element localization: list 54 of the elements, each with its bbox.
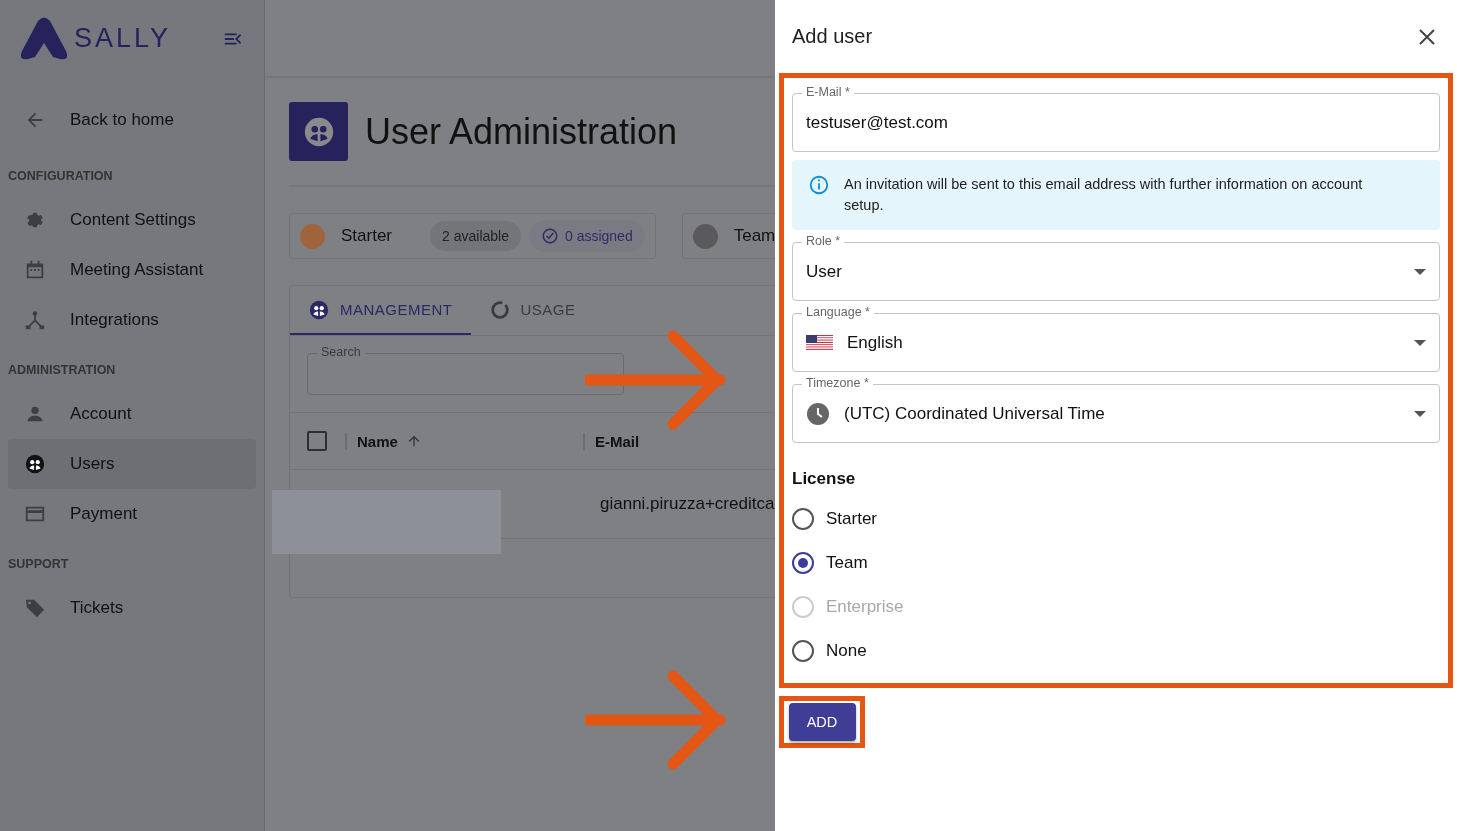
section-heading: ADMINISTRATION: [7, 362, 117, 379]
radio-option[interactable]: Team: [792, 541, 1440, 585]
tab[interactable]: MANAGEMENT: [290, 286, 471, 335]
page-title: User Administration: [365, 110, 678, 153]
license-name: Starter: [341, 226, 393, 246]
users-icon: [308, 298, 330, 321]
email-field[interactable]: E-Mail * testuser@test.com: [792, 85, 1440, 152]
select-field[interactable]: Language * English: [792, 305, 1440, 372]
users-icon: [289, 102, 348, 161]
sidebar-item[interactable]: Account: [8, 389, 256, 439]
flag-icon: [806, 334, 833, 351]
sidebar-item[interactable]: Integrations: [8, 295, 256, 345]
select-field[interactable]: Role * User: [792, 234, 1440, 301]
info-text: An invitation will be sent to this email address with further information on account setup.: [844, 175, 1364, 215]
clock-icon: [806, 401, 830, 426]
sidebar-item[interactable]: Tickets: [8, 583, 256, 633]
ring-icon: [488, 298, 511, 321]
tag-icon: [24, 597, 46, 619]
available-count: 2 available: [430, 221, 521, 251]
column-header[interactable]: E-Mail: [583, 432, 640, 450]
sidebar-item[interactable]: Meeting Assistant: [8, 245, 256, 295]
add-button[interactable]: ADD: [788, 703, 856, 741]
radio-button[interactable]: [792, 552, 814, 574]
assigned-label: 0 assigned: [564, 228, 633, 244]
column-header[interactable]: Name: [345, 432, 583, 450]
users-icon: [24, 453, 46, 475]
sidebar-item[interactable]: Content Settings: [8, 195, 256, 245]
radio-button[interactable]: [792, 640, 814, 662]
section-heading: CONFIGURATION: [7, 168, 114, 185]
dropdown-caret-icon: [1414, 268, 1426, 275]
info-icon: [808, 174, 830, 196]
sidebar-item[interactable]: Payment: [8, 489, 256, 539]
radio-option[interactable]: None: [792, 629, 1440, 673]
tab[interactable]: USAGE: [470, 286, 594, 335]
radio-option[interactable]: Starter: [792, 497, 1440, 541]
network-icon: [24, 309, 46, 331]
logo-icon: [20, 16, 68, 61]
dropdown-caret-icon: [1414, 339, 1426, 346]
section-heading: SUPPORT: [7, 556, 70, 573]
table-cell: gianni.piruzza+creditca: [600, 494, 775, 514]
select-field[interactable]: Timezone * (UTC) Coordinated Universal Time: [792, 376, 1440, 443]
radio-button[interactable]: [792, 508, 814, 530]
search-field[interactable]: Search: [307, 345, 624, 395]
back-to-home-link[interactable]: Back to home: [8, 95, 256, 145]
check-circle-icon: [540, 227, 559, 245]
select-all-checkbox[interactable]: [307, 431, 327, 451]
license-name: Team: [733, 226, 775, 246]
license-heading: License: [792, 469, 857, 489]
column-label: Name: [357, 432, 398, 450]
drawer-title: Add user: [792, 25, 873, 48]
sidebar-item[interactable]: Users: [8, 439, 256, 489]
logo-text: SALLY: [74, 23, 172, 54]
dropdown-caret-icon: [1414, 410, 1426, 417]
calendar-icon: [24, 259, 46, 281]
